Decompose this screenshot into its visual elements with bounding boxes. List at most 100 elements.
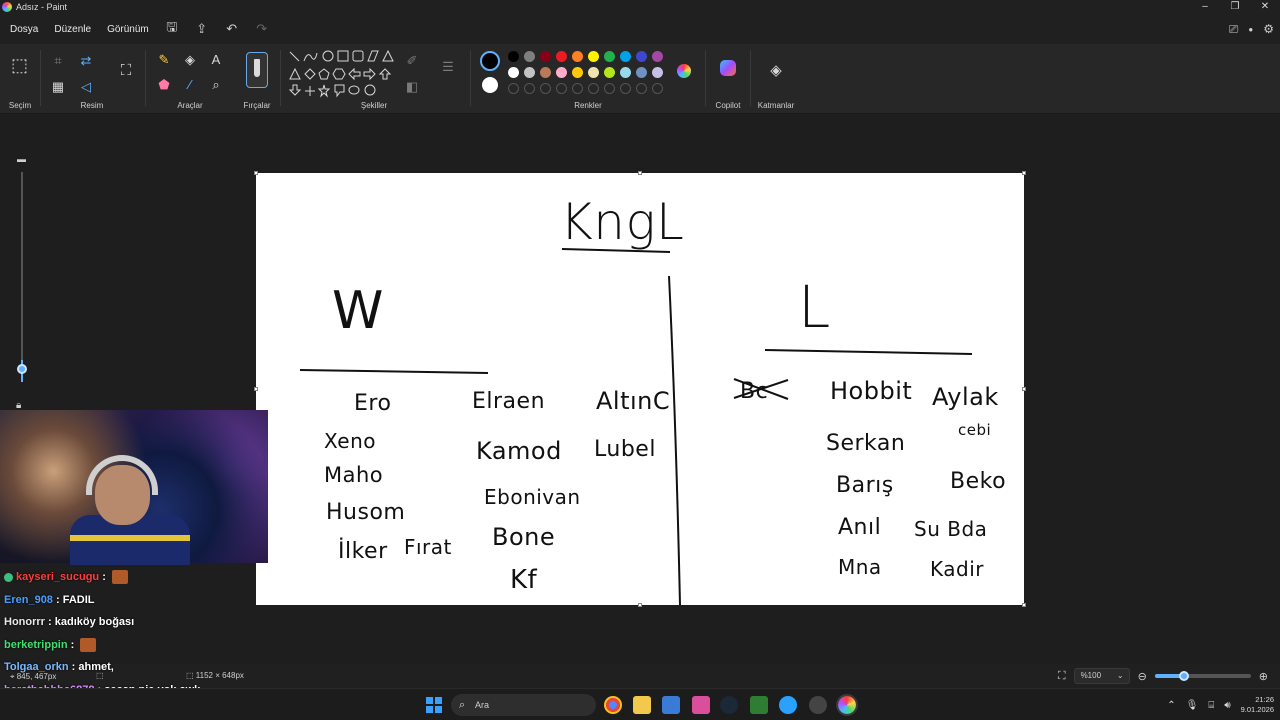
resize-handle[interactable] [254, 387, 258, 391]
empty-color-slot[interactable] [508, 83, 519, 94]
pencil-icon[interactable]: ✎ [156, 53, 172, 67]
resize-handle[interactable] [1022, 387, 1026, 391]
empty-color-slot[interactable] [588, 83, 599, 94]
w-name: Bone [492, 523, 556, 551]
file-explorer-icon[interactable] [633, 696, 651, 714]
color-swatch[interactable] [508, 67, 519, 78]
obs-icon[interactable] [809, 696, 827, 714]
menu-file[interactable]: Dosya [2, 24, 46, 35]
crop-icon[interactable]: ⌗ [50, 54, 66, 68]
shape-size-icon[interactable]: ☰ [440, 60, 456, 74]
terminal-icon[interactable] [750, 696, 768, 714]
primary-color[interactable] [480, 51, 500, 71]
shapes-gallery[interactable] [288, 50, 398, 100]
settings-gear-icon[interactable]: ⚙ [1263, 22, 1274, 36]
color-swatch[interactable] [556, 67, 567, 78]
zoom-out-icon[interactable]: ⊖ [1138, 670, 1147, 683]
color-swatch[interactable] [604, 67, 615, 78]
feedback-icon[interactable]: ⎚ [1229, 22, 1239, 37]
empty-color-slot[interactable] [524, 83, 535, 94]
color-swatch[interactable] [540, 51, 551, 62]
text-icon[interactable]: A [208, 53, 224, 67]
fill-bucket-icon[interactable]: ◈ [182, 53, 198, 67]
edit-colors-icon[interactable] [677, 64, 691, 78]
color-swatch[interactable] [604, 51, 615, 62]
clock[interactable]: 21:26 9.01.2026 [1241, 695, 1274, 715]
resize-handle[interactable] [1022, 603, 1026, 607]
resize-handle[interactable] [638, 603, 642, 607]
zoom-slider[interactable] [1154, 671, 1251, 681]
drawing-canvas[interactable]: KngL W L Ero Xeno Maho Husom İlker Fırat… [256, 173, 1024, 605]
empty-color-slot[interactable] [572, 83, 583, 94]
minimize-icon[interactable]: – [1190, 0, 1220, 14]
color-swatch[interactable] [540, 67, 551, 78]
rectangle-select-icon[interactable]: ⬚ [11, 56, 28, 74]
zoom-slider-knob[interactable] [1178, 671, 1189, 681]
taskbar-search[interactable]: ⌕ Ara [451, 694, 596, 716]
empty-color-slot[interactable] [620, 83, 631, 94]
color-swatch[interactable] [572, 67, 583, 78]
image-remove-bg-icon[interactable]: ⛶ [118, 63, 134, 78]
eraser-icon[interactable]: ⬟ [156, 78, 172, 92]
chat-username: berketrippin [4, 638, 68, 651]
chevron-up-icon[interactable]: ⌃ [1167, 700, 1175, 711]
undo-icon[interactable]: ↶ [217, 21, 247, 37]
secondary-color[interactable] [482, 77, 498, 93]
color-swatch[interactable] [620, 67, 631, 78]
empty-color-slot[interactable] [540, 83, 551, 94]
fit-to-window-icon[interactable]: ⛶ [1058, 670, 1066, 683]
close-icon[interactable]: ✕ [1250, 0, 1280, 14]
resize-handle[interactable] [638, 171, 642, 175]
account-icon[interactable]: ● [1248, 25, 1253, 34]
menu-view[interactable]: Görünüm [99, 24, 157, 35]
zoom-dropdown[interactable]: %100 ⌄ [1073, 668, 1130, 684]
edge-icon[interactable] [779, 696, 797, 714]
empty-color-slot[interactable] [604, 83, 615, 94]
paint-taskbar-icon[interactable] [836, 694, 858, 716]
magnifier-icon[interactable]: ⌕ [208, 78, 224, 92]
fill-icon[interactable]: ◧ [404, 80, 420, 94]
layers-icon[interactable]: ◈ [768, 63, 784, 78]
color-swatch[interactable] [620, 51, 631, 62]
brush-size-knob[interactable] [17, 364, 27, 374]
color-swatch[interactable] [588, 67, 599, 78]
color-swatch[interactable] [572, 51, 583, 62]
photos-icon[interactable] [662, 696, 680, 714]
menu-edit[interactable]: Düzenle [46, 24, 99, 35]
chrome-icon[interactable] [604, 696, 622, 714]
network-icon[interactable]: ⌸ [1208, 700, 1214, 711]
share-icon[interactable]: ⇪ [187, 21, 217, 37]
image-select-icon[interactable]: ▦ [50, 80, 66, 94]
zoom-in-icon[interactable]: ⊕ [1259, 670, 1268, 683]
color-swatch[interactable] [524, 67, 535, 78]
color-swatch[interactable] [636, 67, 647, 78]
resize-handle[interactable] [254, 171, 258, 175]
color-swatch[interactable] [524, 51, 535, 62]
resize-handle[interactable] [1022, 171, 1026, 175]
copilot-icon[interactable] [720, 60, 736, 76]
restore-icon[interactable]: ❐ [1220, 0, 1250, 14]
w-name: Lubel [594, 437, 656, 462]
windows-start-icon[interactable] [426, 697, 442, 713]
color-swatch[interactable] [508, 51, 519, 62]
color-swatch[interactable] [588, 51, 599, 62]
empty-color-slot[interactable] [556, 83, 567, 94]
color-swatch[interactable] [652, 67, 663, 78]
color-swatch[interactable] [556, 51, 567, 62]
app-icon[interactable] [692, 696, 710, 714]
resize-icon[interactable]: ⇄ [78, 54, 94, 68]
color-swatch[interactable] [636, 51, 647, 62]
save-icon[interactable]: 🖫 [157, 18, 187, 40]
brush-button[interactable] [246, 52, 268, 88]
color-picker-icon[interactable]: ⁄ [182, 78, 198, 92]
outline-icon[interactable]: ✐ [404, 54, 420, 68]
redo-icon[interactable]: ↷ [247, 21, 277, 37]
steam-icon[interactable] [720, 696, 738, 714]
color-swatch[interactable] [652, 51, 663, 62]
empty-color-slot[interactable] [652, 83, 663, 94]
brush-size-slider[interactable]: ▬ 🔒︎ [12, 150, 32, 420]
rotate-icon[interactable]: ◁ [78, 80, 94, 94]
microphone-icon[interactable]: 🎙︎ [1186, 700, 1199, 711]
empty-color-slot[interactable] [636, 83, 647, 94]
volume-icon[interactable]: 🔊︎ [1224, 700, 1230, 711]
